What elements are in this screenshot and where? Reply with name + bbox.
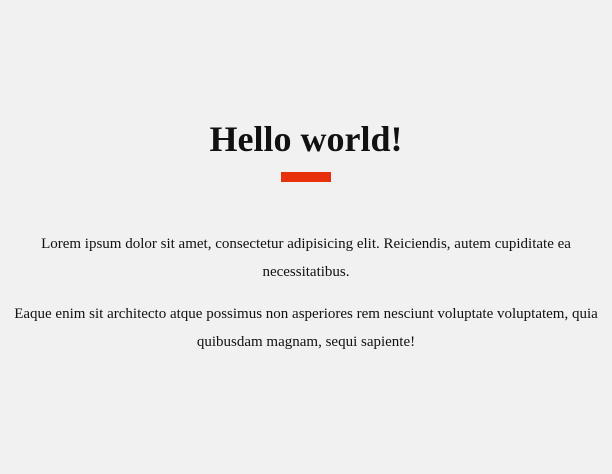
hero-section: Hello world! [0, 118, 612, 182]
page: Hello world! Lorem ipsum dolor sit amet,… [0, 0, 612, 474]
content-section: Lorem ipsum dolor sit amet, consectetur … [14, 230, 598, 370]
paragraph-2: Eaque enim sit architecto atque possimus… [14, 306, 598, 350]
title-accent-bar [281, 172, 331, 182]
paragraph-1: Lorem ipsum dolor sit amet, consectetur … [41, 236, 571, 280]
page-title: Hello world! [209, 119, 403, 159]
